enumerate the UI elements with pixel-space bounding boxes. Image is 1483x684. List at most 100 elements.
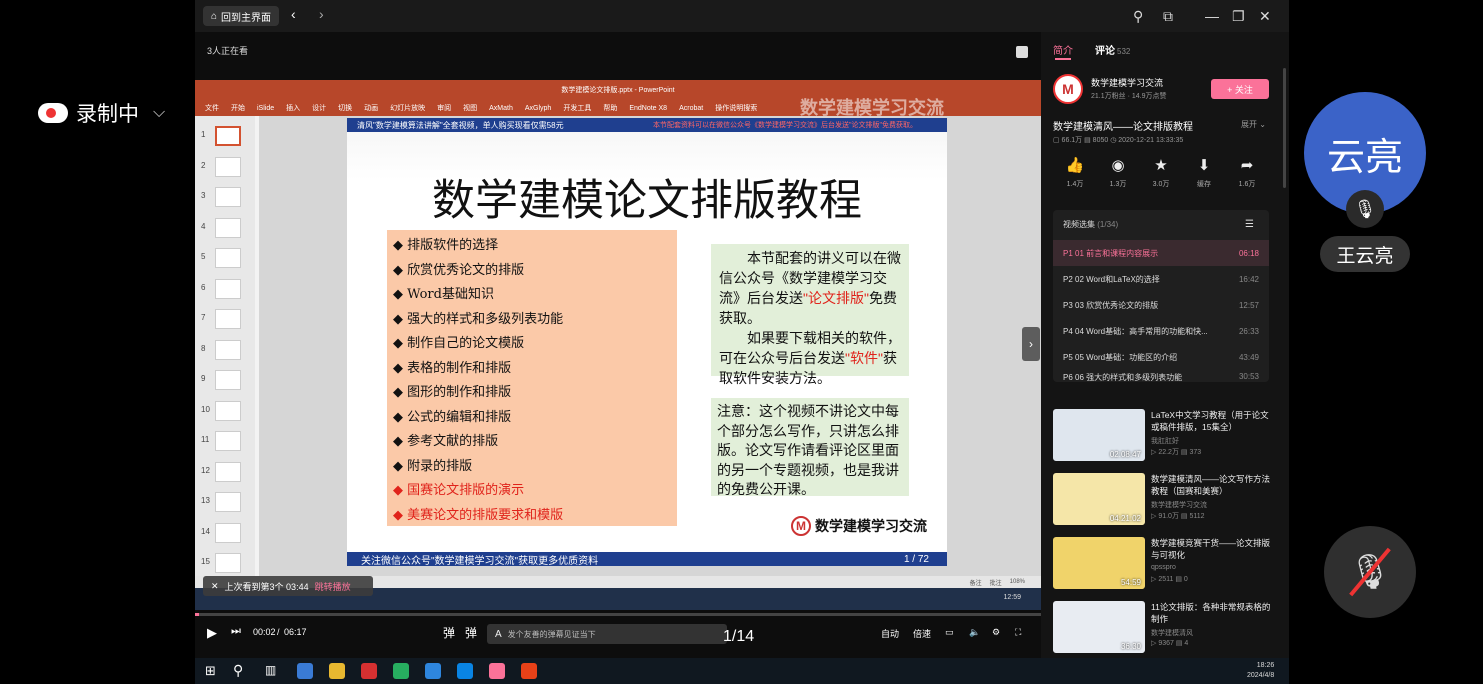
app-icon[interactable] (297, 663, 313, 679)
danmaku-settings-icon[interactable]: 弹 (465, 624, 477, 641)
time-current: 00:02 (253, 627, 276, 637)
jump-play-link[interactable]: 跳转播放 (315, 580, 351, 593)
recommended-video[interactable]: 54:59 数学建模竞赛干货——论文排版与可视化 qpsspro ▷ 2511 ▤ 0 (1053, 537, 1277, 593)
coin-icon-button[interactable]: ◉ 1.3万 (1098, 156, 1138, 189)
windows-start-icon[interactable]: ⊞ (205, 663, 216, 679)
slide-thumbnail (215, 187, 241, 207)
microphone-icon: 🎙 (1346, 190, 1384, 228)
next-episode-arrow[interactable]: › (1022, 327, 1040, 361)
danmaku-on-icon[interactable]: 弹 (443, 624, 455, 641)
text-a-icon: A (495, 628, 502, 640)
windows-taskbar: ⊞ ⚲ ▥ 18:26 2024/4/8 (195, 658, 1289, 684)
ppt-menu-item: 视图 (463, 105, 478, 112)
playlist-episode[interactable]: P2 02 Word和LaTeX的选择 16:42 (1053, 266, 1269, 292)
slide-thumbnail (215, 156, 241, 177)
share-icon-button[interactable]: ➦ 1.6万 (1227, 156, 1267, 189)
playlist-episode[interactable]: P1 01 前言和课程内容展示 06:18 (1053, 240, 1269, 266)
maximize-icon[interactable]: ❐ (1232, 8, 1245, 25)
logo-m-icon: M (791, 516, 811, 536)
uploader-name[interactable]: 数学建模学习交流 (1091, 76, 1163, 89)
recommended-uploader: 我肛肛好 (1151, 438, 1179, 445)
scrollbar[interactable] (1283, 68, 1286, 188)
topic-item: ◆ 附录的排版 (393, 458, 473, 474)
slide-thumbnail (215, 278, 241, 299)
slide-thumbnail (215, 126, 241, 146)
time-total: 06:17 (284, 627, 307, 637)
follow-button[interactable]: + 关注 (1211, 79, 1269, 99)
ppt-menu-item: AxGlyph (524, 104, 552, 112)
like-icon-button[interactable]: 👍 1.4万 (1055, 156, 1095, 189)
ppt-menu-item: 帮助 (603, 105, 618, 112)
mini-player-icon[interactable]: ⧉ (1163, 8, 1173, 25)
resume-toast[interactable]: ✕ 上次看到第3个 03:44 跳转播放 (203, 576, 373, 596)
play-icon[interactable]: ▶ (207, 625, 217, 641)
thumb-number: 7 (201, 313, 206, 322)
recommended-video[interactable]: 04:21:02 数学建模清风——论文写作方法教程（国赛和美赛） 数学建模学习交流 ▷… (1053, 473, 1277, 529)
progress-bar[interactable] (195, 613, 1041, 616)
video-frame-powerpoint[interactable]: 数学建模论文排版.pptx - PowerPoint 文件 开始 iSlide 插入设… (195, 80, 1041, 610)
tab-intro[interactable]: 简介 (1053, 42, 1073, 57)
search-icon[interactable]: ⚲ (233, 662, 243, 679)
file-explorer-icon[interactable] (329, 663, 345, 679)
minimize-icon[interactable]: — (1205, 8, 1219, 24)
ppt-menu-item: EndNote X8 (629, 104, 668, 112)
video-thumbnail: 04:21:02 (1053, 473, 1145, 525)
recommended-title: 数学建模竞赛干货——论文排版与可视化 (1151, 538, 1271, 560)
ppt-menu-item: 操作说明搜索 (715, 105, 758, 112)
speed-button[interactable]: 倍速 (913, 627, 931, 640)
topic-item: ◆ Word基础知识 (393, 287, 494, 302)
app-icon[interactable] (457, 663, 473, 679)
chevron-down-icon[interactable]: ⌵ (153, 104, 165, 122)
pin-icon[interactable]: ⚲ (1133, 8, 1143, 25)
ppt-menu-item: 文件 (205, 105, 219, 112)
progress-fill (195, 613, 200, 616)
slide-thumbnail (215, 217, 241, 238)
mute-microphone-button[interactable]: 🎙 (1324, 526, 1416, 618)
slide-bottom-banner: 关注微信公众号"数学建模学习交流"获取更多优质资料 1 / 72 (347, 552, 947, 567)
recommended-video[interactable]: 36:30 11论文排版：各种非常规表格的制作 数学建模清风 ▷ 9367 ▤ 4 (1053, 601, 1277, 657)
list-icon[interactable]: ☰ (1245, 219, 1254, 230)
home-button[interactable]: ⌂ 回到主界面 (203, 6, 280, 26)
task-view-icon[interactable]: ▥ (265, 663, 276, 677)
playlist-episode[interactable]: P6 06 强大的样式和多级列表功能 30:53 (1053, 370, 1269, 382)
participant-name: 王云亮 (1320, 236, 1410, 272)
app-icon[interactable] (425, 663, 441, 679)
app-icon[interactable] (393, 663, 409, 679)
topic-item: ◆ 参考文献的排版 (393, 434, 499, 449)
danmaku-input[interactable]: A 发个友善的弹幕见证当下 (487, 624, 727, 644)
next-icon[interactable]: ⏭ (231, 625, 241, 638)
danmaku-toggle-icon[interactable] (1016, 46, 1028, 58)
settings-gear-icon[interactable]: ⚙ (992, 627, 1000, 638)
playlist-episode[interactable]: P5 05 Word基础：功能区的介绍 43:49 (1053, 344, 1269, 370)
thumb-number: 5 (201, 252, 206, 261)
thumb-number: 2 (201, 160, 206, 170)
title-bar: ⌂ 回到主界面 ‹ › ⚲ ⧉ — ❐ ✕ (195, 0, 1289, 32)
close-icon[interactable]: ✕ (211, 581, 219, 592)
ppt-menu-item: 插入 (286, 105, 301, 112)
back-button[interactable]: ‹ (291, 6, 296, 22)
app-icon[interactable] (361, 663, 377, 679)
screen-icon[interactable]: ▭ (945, 627, 954, 638)
bilibili-icon[interactable] (489, 663, 505, 679)
expand-button[interactable]: 展开 ⌄ (1241, 119, 1266, 130)
uploader-avatar[interactable]: M (1053, 74, 1083, 104)
slide-top-banner: 清风"数学建模算法讲解"全套视频，单人购买现看仅需58元 本节配套资料可以在微信… (347, 118, 947, 132)
recommended-video[interactable]: 02:08:47 LaTeX中文学习教程（用于论文或稿件排版，15集全） 我肛肛好 ▷… (1053, 409, 1277, 465)
download-icon-button[interactable]: ⬇ 缓存 (1184, 156, 1224, 189)
ppt-menu-item: 切换 (338, 105, 353, 112)
playlist-episode[interactable]: P3 03 欣赏优秀论文的排版 12:57 (1053, 292, 1269, 318)
favorite-icon-button[interactable]: ★ 3.0万 (1141, 156, 1181, 189)
recording-indicator[interactable]: 录制中 ⌵ (38, 98, 165, 128)
ppt-menu-item: iSlide (257, 104, 275, 112)
topic-item: ◆ 排版软件的选择 (393, 238, 499, 253)
playlist-episode[interactable]: P4 04 Word基础：高手常用的功能和快... 26:33 (1053, 318, 1269, 344)
close-icon[interactable]: ✕ (1259, 8, 1271, 25)
fullscreen-icon[interactable]: ⛶ (1015, 627, 1021, 638)
auto-quality-button[interactable]: 自动 (881, 627, 899, 640)
wps-icon[interactable] (521, 663, 537, 679)
slide-thumbnail (215, 492, 241, 512)
tab-comment[interactable]: 评论 532 (1095, 42, 1130, 57)
forward-button[interactable]: › (319, 6, 324, 22)
recommended-uploader: qpsspro (1151, 564, 1176, 571)
volume-icon[interactable]: 🔈 (969, 627, 980, 638)
